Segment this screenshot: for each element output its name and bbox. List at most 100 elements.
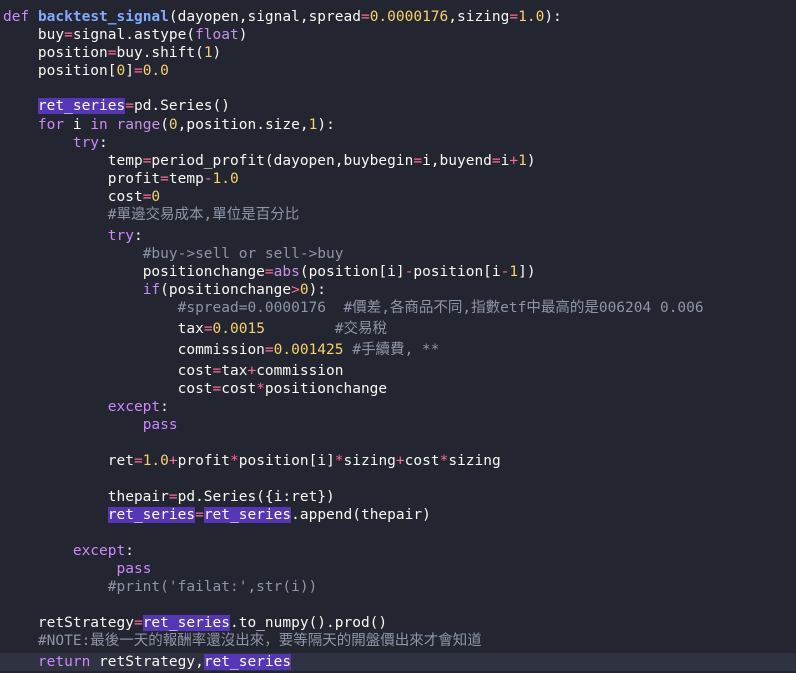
- code-token: #交易稅: [334, 321, 388, 337]
- code-token: def: [3, 9, 30, 25]
- code-token: if: [142, 282, 161, 298]
- code-line[interactable]: pass: [0, 416, 796, 434]
- code-line[interactable]: pass: [0, 560, 796, 578]
- code-line[interactable]: retStrategy=ret_series.to_numpy().prod(): [0, 614, 796, 632]
- code-editor[interactable]: def backtest_signal(dayopen,signal,sprea…: [0, 0, 796, 673]
- code-line[interactable]: except:: [0, 398, 796, 416]
- code-line[interactable]: def backtest_signal(dayopen,signal,sprea…: [0, 8, 796, 26]
- code-line[interactable]: except:: [0, 542, 796, 560]
- code-token: #spread=0.0000176 #價差,各商品不同,指數etf中最高的是00…: [177, 300, 704, 316]
- code-token: buy.shift(: [116, 45, 204, 61]
- code-token: ,sizing: [448, 9, 510, 25]
- code-token: *: [439, 453, 449, 469]
- code-token: =: [491, 153, 501, 169]
- code-token: *: [334, 453, 344, 469]
- code-line[interactable]: buy=signal.astype(float): [0, 26, 796, 44]
- code-line[interactable]: for i in range(0,position.size,1):: [0, 116, 796, 134]
- code-token: 1: [203, 45, 213, 61]
- code-token: position: [37, 45, 108, 61]
- code-token: float: [195, 27, 239, 43]
- code-token: for: [37, 117, 65, 133]
- code-token: =: [160, 171, 169, 187]
- code-line-active[interactable]: return retStrategy,ret_series: [0, 653, 796, 671]
- code-token: +: [395, 453, 405, 469]
- code-token: ]): [518, 264, 536, 280]
- code-token: ret: [107, 453, 134, 469]
- code-line[interactable]: cost=cost*positionchange: [0, 380, 796, 398]
- code-token: 1.0: [212, 171, 239, 187]
- code-token: +: [509, 153, 519, 169]
- code-token: =: [195, 507, 204, 523]
- code-line[interactable]: position[0]=0.0: [0, 62, 796, 80]
- code-token: +: [247, 363, 257, 379]
- code-token: in: [90, 117, 108, 133]
- code-token: retStrategy: [37, 615, 134, 631]
- code-token: 0: [151, 189, 161, 205]
- code-token: retStrategy,: [90, 654, 204, 670]
- code-line[interactable]: profit=temp-1.0: [0, 170, 796, 188]
- code-line[interactable]: #print('failat:',str(i)): [0, 578, 796, 596]
- code-token: =: [509, 9, 519, 25]
- code-token: cost: [221, 381, 257, 397]
- code-token: commission: [177, 342, 265, 358]
- code-line[interactable]: #單邊交易成本,單位是百分比: [0, 206, 796, 224]
- code-token: 0.0015: [212, 321, 265, 337]
- code-token: :: [125, 543, 134, 559]
- code-token: ,position.size,: [177, 117, 309, 133]
- code-line[interactable]: #buy->sell or sell->buy: [0, 245, 796, 263]
- code-line[interactable]: commission=0.001425 #手續費, **: [0, 341, 796, 359]
- code-line[interactable]: #spread=0.0000176 #價差,各商品不同,指數etf中最高的是00…: [0, 299, 796, 317]
- code-token: +: [168, 453, 178, 469]
- code-line[interactable]: cost=tax+commission: [0, 362, 796, 380]
- code-line[interactable]: #NOTE:最後一天的報酬率還沒出來，要等隔天的開盤價出來才會知道: [0, 632, 796, 650]
- code-token: 1.0: [518, 9, 545, 25]
- code-line[interactable]: cost=0: [0, 188, 796, 206]
- code-line[interactable]: if(positionchange>0):: [0, 281, 796, 299]
- code-token: 0.001425: [273, 342, 344, 358]
- code-line[interactable]: ret_series=pd.Series(): [0, 97, 796, 115]
- code-token: =: [212, 381, 222, 397]
- code-token: position[: [37, 63, 117, 79]
- code-line[interactable]: ret=1.0+profit*position[i]*sizing+cost*s…: [0, 452, 796, 470]
- code-line[interactable]: tax=0.0015 #交易稅: [0, 320, 796, 338]
- code-line[interactable]: try:: [0, 227, 796, 245]
- code-token: =: [125, 98, 134, 114]
- code-token: backtest_signal: [37, 9, 169, 25]
- code-token: try: [107, 228, 134, 244]
- code-token: range: [116, 117, 161, 133]
- code-line[interactable]: thepair=pd.Series({i:ret}): [0, 488, 796, 506]
- code-token: profit: [177, 453, 231, 469]
- code-token: pass: [116, 561, 152, 577]
- code-line[interactable]: positionchange=abs(position[i]-position[…: [0, 263, 796, 281]
- code-line[interactable]: ret_series=ret_series.append(thepair): [0, 506, 796, 524]
- code-token: return: [37, 654, 91, 670]
- code-line[interactable]: try:: [0, 134, 796, 152]
- code-line[interactable]: position=buy.shift(1): [0, 44, 796, 62]
- code-token: position[i: [413, 264, 501, 280]
- code-line[interactable]: temp=period_profit(dayopen,buybegin=i,bu…: [0, 152, 796, 170]
- code-token: tax: [177, 321, 204, 337]
